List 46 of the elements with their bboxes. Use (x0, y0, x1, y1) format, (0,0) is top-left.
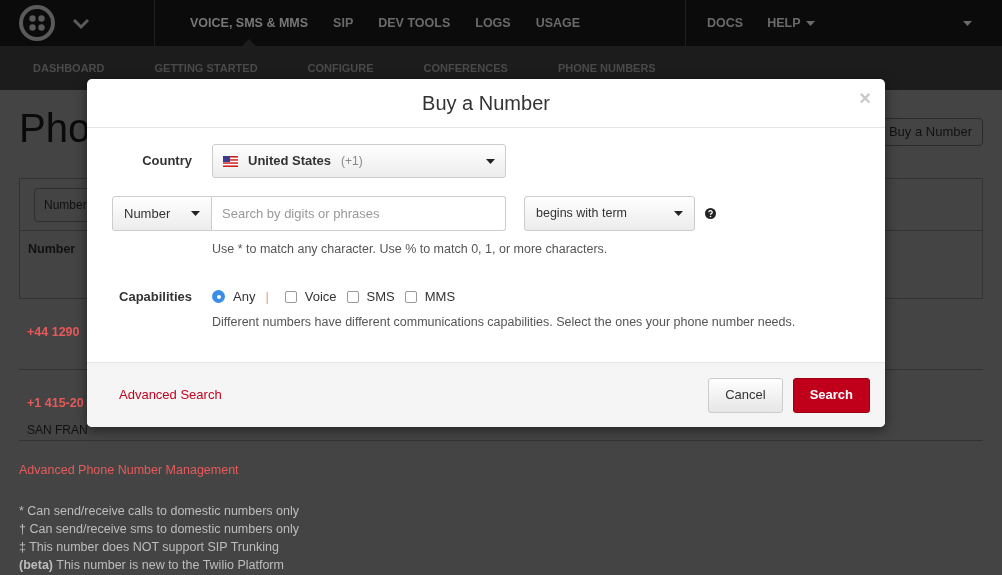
capability-option[interactable]: Any | (212, 286, 275, 307)
checkbox[interactable] (404, 290, 417, 303)
help-icon[interactable] (705, 208, 716, 219)
search-field[interactable]: Search by digits or phrases (212, 196, 506, 231)
country-dropdown[interactable]: United States (+1) (212, 144, 506, 178)
caret-icon (486, 158, 495, 164)
nav-tab[interactable]: LOGS (475, 0, 511, 46)
capabilities-label: Capabilities (118, 287, 192, 306)
logo-icon[interactable] (18, 4, 56, 42)
caret-icon (806, 20, 816, 26)
nav-link[interactable]: HELP (767, 13, 816, 33)
chevron-down-icon[interactable] (72, 17, 90, 29)
search-button[interactable]: Search (792, 377, 870, 413)
country-name: United States (248, 152, 332, 171)
footnote: * Can send/receive calls to domestic numbers only (19, 502, 299, 520)
nav-link[interactable]: DOCS (707, 13, 744, 33)
radio-button[interactable] (212, 290, 225, 303)
capability-option[interactable]: MMS (404, 286, 456, 307)
dialog-title: Buy a Number (422, 91, 550, 116)
capability-option[interactable]: SMS (346, 286, 395, 307)
phone-number-link[interactable]: +1 415-20 (27, 394, 84, 413)
capability-option[interactable]: Voice (284, 286, 337, 307)
checkbox[interactable] (346, 290, 359, 303)
management-link[interactable]: Advanced Phone Number Management (19, 461, 239, 480)
country-code: (+1) (341, 153, 363, 170)
search-hint: Use * to match any character. Use % to match 0, 1, or more characters. (212, 241, 608, 258)
caret-icon (674, 211, 683, 216)
footnote: † Can send/receive sms to domestic numbers only (19, 520, 299, 538)
match-dropdown[interactable]: begins with term (524, 196, 695, 231)
caret-icon (191, 211, 200, 216)
cancel-button[interactable]: Cancel (708, 377, 783, 413)
page-title: Pho (19, 108, 91, 148)
footnote: ‡ This number does NOT support SIP Trunking (19, 538, 279, 556)
search-type-dropdown[interactable]: Number (112, 196, 212, 231)
phone-number-link[interactable]: +44 1290 (27, 323, 80, 342)
caret-icon (963, 20, 972, 26)
flag-icon (223, 155, 238, 167)
advanced-search-link[interactable]: Advanced Search (119, 385, 222, 405)
capabilities-hint: Different numbers have different communications capabilities. Select the ones your phone number needs. (212, 314, 796, 332)
nav-tab[interactable]: DEV TOOLS (378, 0, 451, 46)
nav-tab[interactable]: SIP (333, 0, 354, 46)
checkbox[interactable] (284, 290, 297, 303)
nav-tab[interactable]: USAGE (535, 0, 581, 46)
country-label: Country (141, 152, 192, 171)
footnote: (beta) This number is new to the Twilio Platform (19, 556, 284, 574)
separator-mark: | (265, 287, 269, 306)
